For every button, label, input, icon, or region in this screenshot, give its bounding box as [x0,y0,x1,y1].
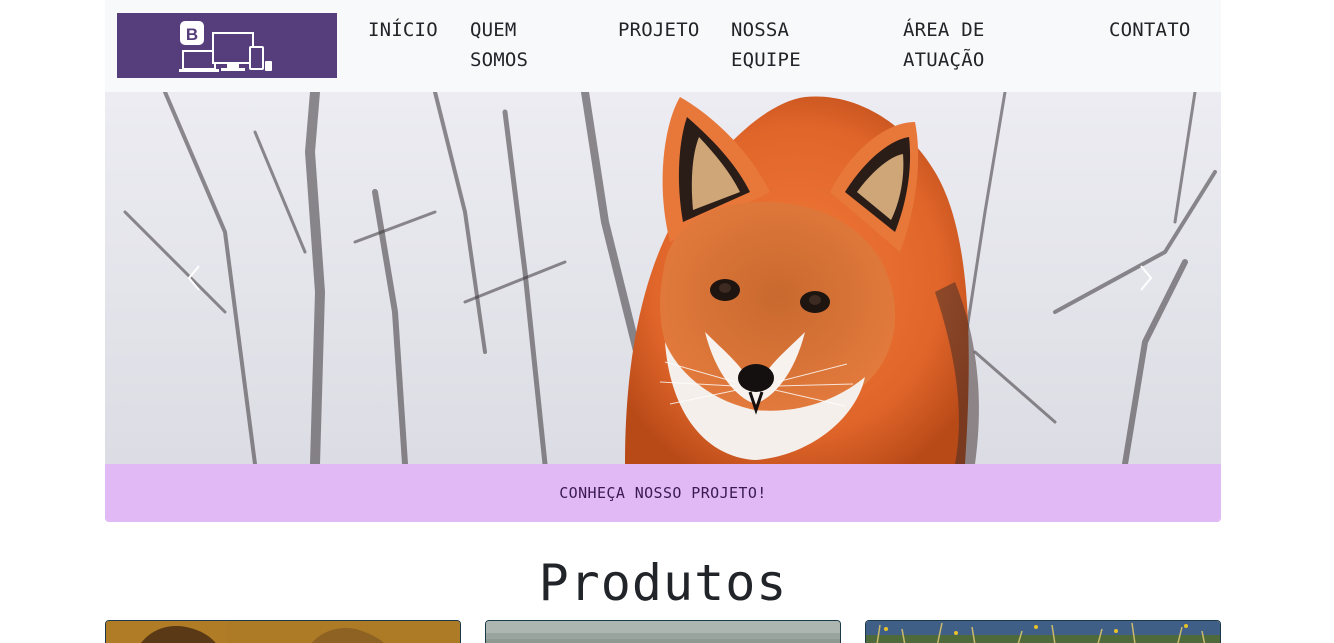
carousel-next-button[interactable] [1115,252,1175,302]
navbar: B INÍCIO QUEM SOMOS PROJETO NOSSA EQUIPE… [105,0,1221,92]
bootstrap-devices-logo-icon: B [179,21,272,72]
chevron-left-icon [187,265,200,291]
svg-text:B: B [186,25,198,44]
nav-item-inicio[interactable]: INÍCIO [368,15,458,45]
product-image [106,621,460,643]
cta-button[interactable]: CONHEÇA NOSSO PROJETO! [105,464,1221,522]
products-heading: Produtos [538,554,788,612]
product-image [486,621,840,643]
carousel-prev-button[interactable] [165,252,225,302]
product-image [866,621,1220,643]
product-card[interactable] [105,620,461,643]
hero-carousel [105,92,1221,464]
nav-item-contato[interactable]: CONTATO [1109,15,1209,45]
brand-logo-link[interactable]: B [117,13,337,78]
fox-photo [105,92,1221,464]
nav-item-quem-somos[interactable]: QUEM SOMOS [470,15,550,75]
nav-item-projeto[interactable]: PROJETO [618,15,718,45]
nav-item-nossa-equipe[interactable]: NOSSA EQUIPE [731,15,821,75]
nav-item-area-de-atuacao[interactable]: ÁREA DE ATUAÇÃO [903,15,1003,75]
product-card[interactable] [485,620,841,643]
chevron-right-icon [1140,265,1153,291]
product-card[interactable] [865,620,1221,643]
